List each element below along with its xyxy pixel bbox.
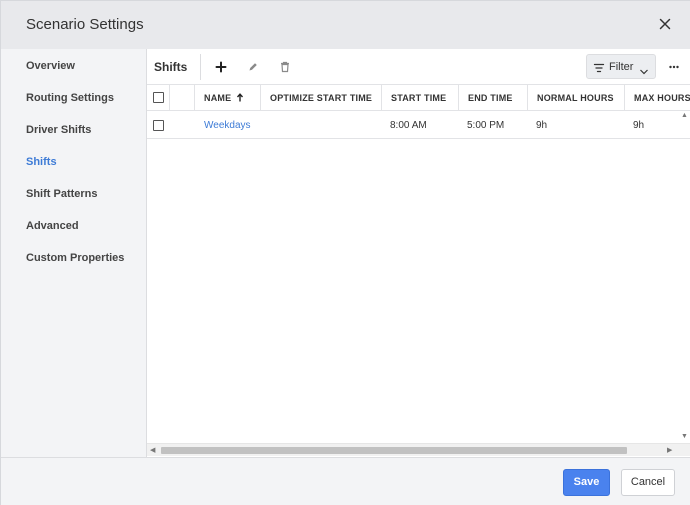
- arrow-up-icon: [236, 93, 244, 102]
- toolbar-title: Shifts: [154, 60, 188, 74]
- horizontal-scrollbar[interactable]: ◀ ▶: [147, 443, 690, 456]
- sidebar-item-routing-settings[interactable]: Routing Settings: [26, 92, 114, 104]
- pencil-icon[interactable]: [243, 57, 263, 77]
- filter-button[interactable]: Filter: [586, 54, 656, 79]
- scroll-up-arrow-icon[interactable]: ▲: [681, 112, 688, 119]
- horizontal-scroll-thumb[interactable]: [161, 447, 627, 454]
- filter-icon: [593, 61, 605, 73]
- scroll-left-arrow-icon[interactable]: ◀: [150, 446, 155, 454]
- table-header: NAME OPTIMIZE START TIME START TIME END …: [147, 85, 690, 111]
- table-row[interactable]: Weekdays 8:00 AM 5:00 PM 9h 9h: [147, 111, 690, 139]
- scenario-settings-dialog: Scenario Settings Overview Routing Setti…: [0, 0, 690, 505]
- dialog-footer: Save Cancel: [1, 457, 690, 505]
- cell-start-time: 8:00 AM: [390, 120, 427, 131]
- sidebar-item-custom-properties[interactable]: Custom Properties: [26, 252, 124, 264]
- shifts-panel: Shifts Filter NAME OPTIMIZE START TIME S…: [146, 49, 690, 457]
- filter-label: Filter: [609, 61, 634, 73]
- settings-sidebar: Overview Routing Settings Driver Shifts …: [1, 49, 146, 457]
- sidebar-item-shift-patterns[interactable]: Shift Patterns: [26, 188, 98, 200]
- select-all-header: [147, 85, 170, 111]
- dialog-header: Scenario Settings: [1, 1, 690, 49]
- select-all-checkbox[interactable]: [153, 92, 164, 103]
- column-header-optimize-start-time[interactable]: OPTIMIZE START TIME: [261, 85, 382, 111]
- dialog-title: Scenario Settings: [26, 16, 144, 33]
- plus-icon[interactable]: [211, 57, 231, 77]
- trash-icon[interactable]: [275, 57, 295, 77]
- column-header-start-time[interactable]: START TIME: [382, 85, 459, 111]
- scroll-right-arrow-icon[interactable]: ▶: [667, 446, 672, 454]
- scroll-down-arrow-icon[interactable]: ▼: [681, 433, 688, 440]
- sidebar-item-shifts[interactable]: Shifts: [26, 156, 57, 168]
- sidebar-item-advanced[interactable]: Advanced: [26, 220, 79, 232]
- more-horizontal-icon[interactable]: [664, 57, 684, 77]
- column-header-max-hours[interactable]: MAX HOURS: [625, 85, 690, 111]
- cell-name[interactable]: Weekdays: [204, 120, 251, 131]
- toolbar-divider: [200, 54, 201, 80]
- column-header-normal-hours[interactable]: NORMAL HOURS: [528, 85, 625, 111]
- close-icon[interactable]: [655, 14, 675, 34]
- row-checkbox[interactable]: [153, 120, 164, 131]
- cell-max-hours: 9h: [633, 120, 645, 131]
- column-header-end-time[interactable]: END TIME: [459, 85, 528, 111]
- cell-end-time: 5:00 PM: [467, 120, 505, 131]
- row-indicator-header: [170, 85, 195, 111]
- sidebar-item-driver-shifts[interactable]: Driver Shifts: [26, 124, 91, 136]
- chevron-down-icon: [639, 63, 649, 75]
- vertical-scrollbar[interactable]: ▲ ▼: [678, 111, 690, 445]
- sidebar-item-overview[interactable]: Overview: [26, 60, 75, 72]
- grid-toolbar: Shifts Filter: [147, 49, 690, 85]
- cancel-button[interactable]: Cancel: [621, 469, 675, 496]
- save-button[interactable]: Save: [563, 469, 610, 496]
- cell-normal-hours: 9h: [536, 120, 548, 131]
- column-header-name[interactable]: NAME: [195, 85, 261, 111]
